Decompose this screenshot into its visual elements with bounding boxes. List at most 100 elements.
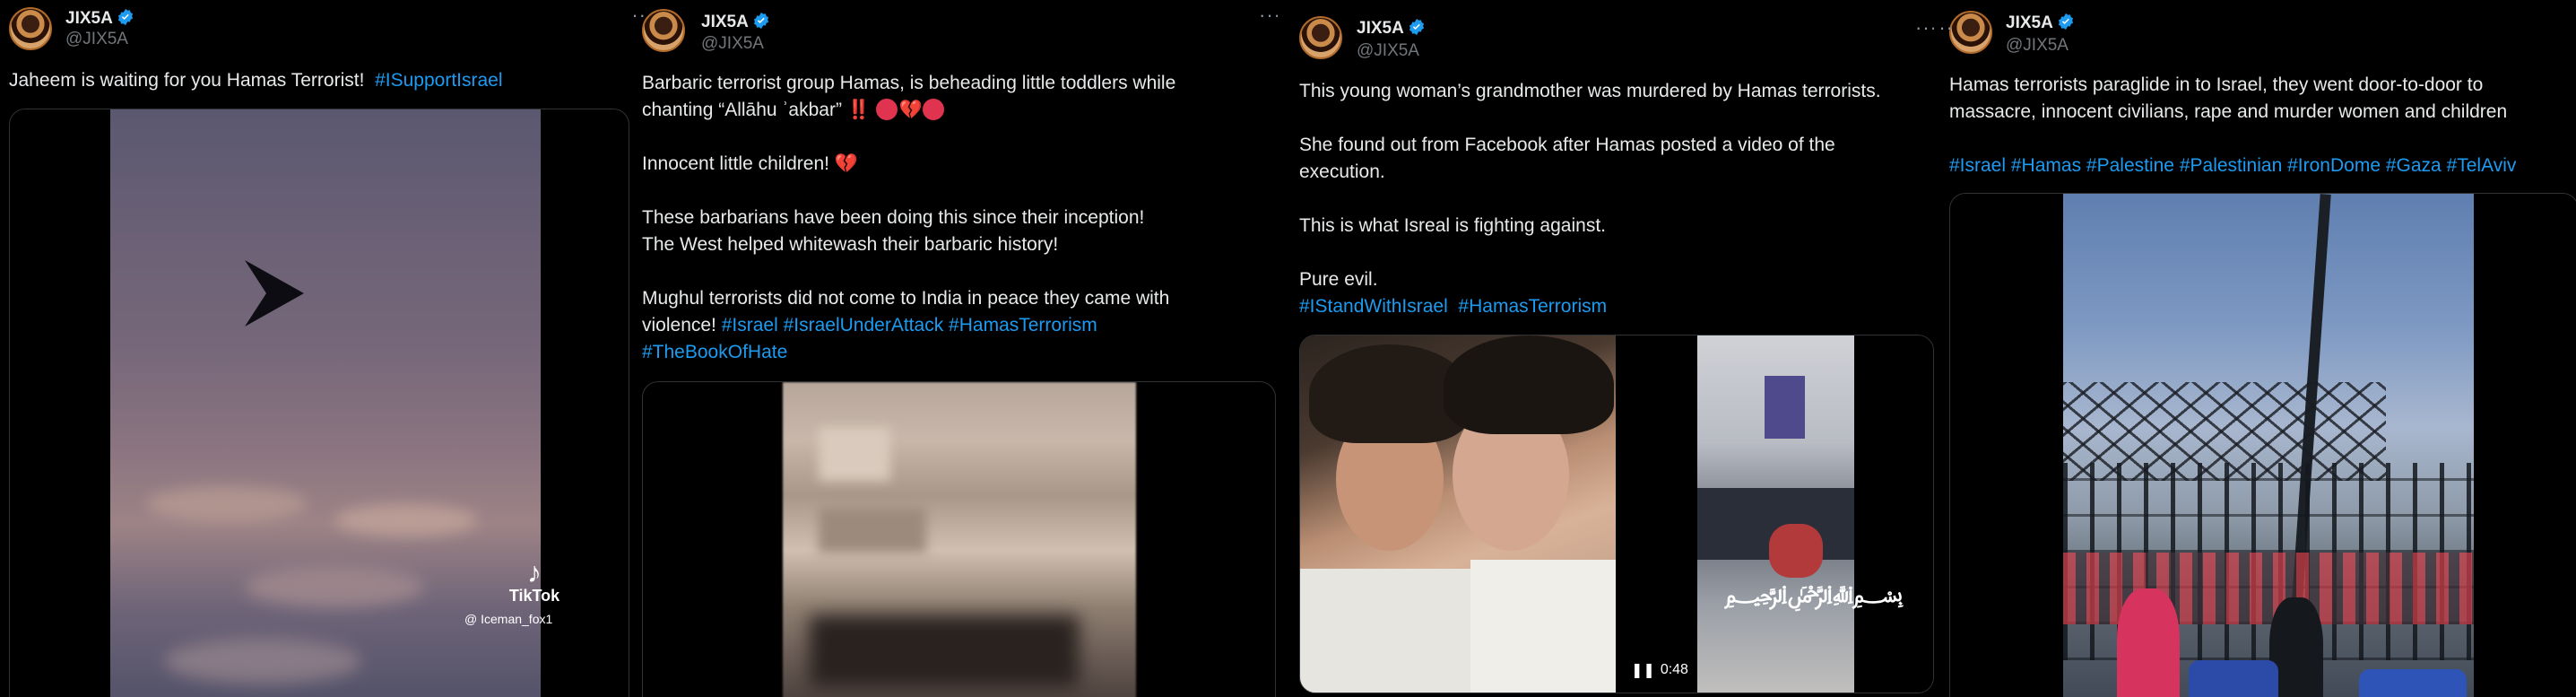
handle[interactable]: @JIX5A (1357, 41, 1419, 61)
more-options-icon[interactable]: ··· (1915, 16, 1934, 39)
hashtag-link[interactable]: #Israel (1949, 155, 2006, 176)
hashtag-link[interactable]: #ISupportIsrael (375, 70, 502, 91)
video-player[interactable] (642, 381, 1276, 697)
video-frame: ﷽ (1697, 335, 1904, 693)
tiktok-username: @ Iceman_fox1 (464, 612, 553, 626)
handle[interactable]: @JIX5A (701, 34, 764, 54)
blurred-video-frame[interactable] (783, 382, 1136, 697)
hashtag-link[interactable]: #TelAviv (2447, 155, 2517, 176)
text-line: This is what Isreal is fighting against. (1299, 215, 1606, 236)
text-line: massacre, innocent civilians, rape and m… (1949, 101, 2508, 122)
video-frame[interactable]: ♪ TikTok @ Iceman_fox1 (110, 109, 559, 697)
tweet-1[interactable]: JIX5A @JIX5A Jaheem is waiting for you H… (0, 0, 632, 697)
tweet-text-body: Jaheem is waiting for you Hamas Terroris… (9, 70, 365, 91)
video-time-badge: ❚❚ 0:48 (1626, 658, 1694, 682)
display-name[interactable]: JIX5A (701, 12, 770, 32)
tweet-text: Jaheem is waiting for you Hamas Terroris… (9, 67, 628, 94)
display-name-text: JIX5A (65, 9, 113, 28)
display-name[interactable]: JIX5A (1357, 18, 1426, 39)
display-name-text: JIX5A (1357, 19, 1404, 38)
text-line: Mughul terrorists did not come to India … (642, 288, 1170, 309)
hashtag-link[interactable]: #Hamas (2011, 155, 2081, 176)
tweet-text: Hamas terrorists paraglide in to Israel,… (1949, 72, 2572, 179)
tweet-2[interactable]: JIX5A @JIX5A ··· ··· Barbaric terrorist … (633, 0, 1278, 697)
cloud-shape (334, 504, 478, 536)
text-line: execution. (1299, 161, 1385, 182)
hashtag-line: #Israel #Hamas #Palestine #Palestinian #… (1949, 152, 2572, 179)
window-blur (819, 508, 926, 553)
text-line: This young woman’s grandmother was murde… (1299, 81, 1881, 101)
shirt-left (1300, 569, 1470, 693)
hashtag-link[interactable]: #TheBookOfHate (642, 342, 787, 362)
display-name-text: JIX5A (2006, 13, 2053, 32)
seat-shape (2359, 669, 2467, 697)
video-thumbnail[interactable]: ﷽ ❚❚ 0:48 (1617, 335, 1933, 693)
tweet-text: Barbaric terrorist group Hamas, is behea… (642, 70, 1270, 366)
text-line: Innocent little children! (642, 153, 829, 174)
text-line-with-hashtags: violence! #Israel #IsraelUnderAttack #Ha… (642, 312, 1270, 339)
angry-face-icon (922, 99, 944, 120)
display-name[interactable]: JIX5A (2006, 13, 2075, 33)
text-line: violence! (642, 315, 716, 335)
tiktok-label: TikTok (508, 587, 560, 605)
video-player[interactable]: ♪ TikTok @ Iceman_fox1 (9, 109, 629, 697)
tweet-3[interactable]: JIX5A @JIX5A ··· This young woman’s gran… (1290, 0, 1934, 697)
hashtag-link[interactable]: #Israel (722, 315, 778, 335)
more-options-icon[interactable]: ··· (633, 4, 646, 27)
more-options-icon[interactable]: ··· (1259, 4, 1278, 27)
avatar[interactable] (1299, 16, 1342, 59)
cloud-shape (164, 639, 361, 684)
window-blur (819, 427, 890, 481)
hashtag-link[interactable]: #Gaza (2386, 155, 2442, 176)
dark-blur (810, 615, 1079, 687)
display-name-text: JIX5A (701, 13, 749, 31)
text-line: Hamas terrorists paraglide in to Israel,… (1949, 74, 2484, 95)
cloud-shape (146, 486, 308, 522)
broken-heart-icon: 💔 (898, 100, 923, 120)
hashtag-link[interactable]: #Palestine (2086, 155, 2174, 176)
verified-badge-icon (117, 8, 133, 26)
hashtag-link[interactable]: #IsraelUnderAttack (784, 315, 944, 335)
tiktok-icon: ♪ (527, 556, 542, 588)
hashtag-link[interactable]: #Palestinian (2180, 155, 2282, 176)
text-line: These barbarians have been doing this si… (642, 207, 1145, 228)
avatar[interactable] (642, 9, 685, 52)
hashtag-link[interactable]: #IronDome (2287, 155, 2381, 176)
cloud-shape (245, 567, 424, 607)
display-name[interactable]: JIX5A (65, 8, 134, 29)
poster-shape (1765, 376, 1805, 439)
pause-icon[interactable]: ❚❚ (1631, 661, 1655, 679)
video-frame[interactable] (2063, 194, 2474, 697)
verified-badge-icon (2058, 13, 2073, 30)
handle[interactable]: @JIX5A (2006, 36, 2069, 56)
seat-shape (2189, 660, 2278, 697)
text-line: chanting “Allāhu ʾakbar” ‼️ (642, 100, 871, 120)
selfie-photo[interactable] (1300, 335, 1616, 693)
hashtag-link[interactable]: #HamasTerrorism (949, 315, 1097, 335)
hair-right (1444, 335, 1614, 434)
verified-badge-icon (753, 12, 768, 30)
aircraft-silhouette (245, 260, 304, 327)
person-shape (1769, 524, 1823, 578)
avatar[interactable] (9, 7, 52, 50)
video-duration: 0:48 (1660, 662, 1688, 677)
text-line: Pure evil. (1299, 269, 1378, 290)
tiktok-watermark: ♪ TikTok (503, 558, 566, 606)
angry-face-icon (875, 99, 898, 120)
video-player[interactable] (1949, 193, 2576, 697)
handle[interactable]: @JIX5A (65, 30, 128, 49)
roof-structure (2063, 382, 2386, 481)
media-grid[interactable]: ﷽ ❚❚ 0:48 (1299, 335, 1934, 693)
hashtag-link[interactable]: #HamasTerrorism (1458, 296, 1607, 317)
avatar[interactable] (1949, 11, 1992, 54)
verified-badge-icon (1409, 18, 1424, 36)
text-line-with-emoji: chanting “Allāhu ʾakbar” ‼️ 💔 (642, 97, 1270, 124)
person-silhouette (2117, 588, 2180, 697)
tweet-4[interactable]: JIX5A @JIX5A ··· Hamas terrorists paragl… (1940, 0, 2576, 697)
text-line: She found out from Facebook after Hamas … (1299, 135, 1835, 155)
hashtag-link[interactable]: #IStandWithIsrael (1299, 296, 1448, 317)
more-options-icon[interactable]: ··· (1940, 16, 1954, 39)
text-line: Barbaric terrorist group Hamas, is behea… (642, 73, 1176, 93)
text-line: The West helped whitewash their barbaric… (642, 234, 1059, 255)
shirt-right (1470, 560, 1616, 693)
